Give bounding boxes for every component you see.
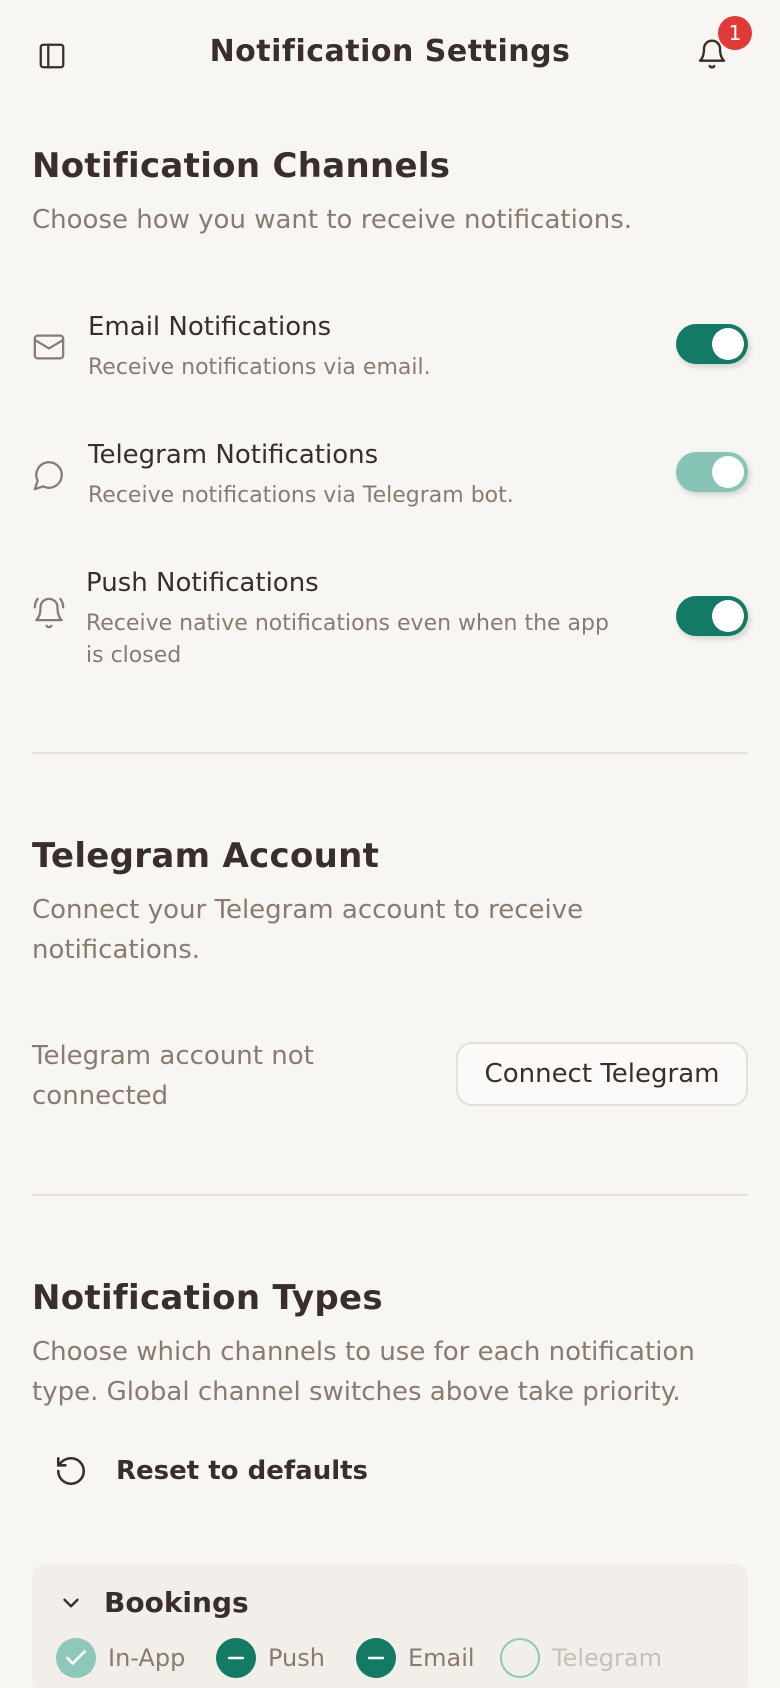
reset-defaults-button[interactable]: Reset to defaults xyxy=(54,1446,368,1496)
channels-section-description: Choose how you want to receive notificat… xyxy=(32,205,633,235)
toggle-knob xyxy=(712,456,744,488)
toggle-knob xyxy=(712,328,744,360)
channel-row-email: Email Notifications Receive notification… xyxy=(32,308,748,388)
bookings-group-title: Bookings xyxy=(104,1586,249,1619)
channel-title-telegram: Telegram Notifications xyxy=(88,440,379,470)
bookings-option-email[interactable]: Email xyxy=(356,1638,475,1678)
channel-title-email: Email Notifications xyxy=(88,312,332,342)
bookings-option-in-app[interactable]: In-App xyxy=(56,1638,185,1678)
telegram-checkbox xyxy=(500,1638,540,1678)
email-checkbox[interactable] xyxy=(356,1638,396,1678)
email-label: Email xyxy=(408,1644,475,1672)
channel-row-push: Push Notifications Receive native notifi… xyxy=(32,564,748,676)
in-app-label: In-App xyxy=(108,1644,186,1672)
chevron-down-icon xyxy=(63,1598,79,1607)
rotate-ccw-icon xyxy=(56,1456,86,1486)
bookings-option-telegram: Telegram xyxy=(500,1638,662,1678)
section-divider xyxy=(32,1194,748,1196)
push-label: Push xyxy=(268,1644,325,1672)
channel-description-telegram: Receive notifications via Telegram bot. xyxy=(88,483,514,508)
toggle-knob xyxy=(712,600,744,632)
telegram-notifications-toggle[interactable] xyxy=(676,452,748,492)
email-notifications-toggle[interactable] xyxy=(676,324,748,364)
minus-icon xyxy=(367,1656,385,1660)
channel-title-push: Push Notifications xyxy=(86,568,319,598)
minus-icon xyxy=(227,1656,245,1660)
notification-count-badge: 1 xyxy=(718,16,752,50)
section-divider xyxy=(32,752,748,754)
telegram-label: Telegram xyxy=(552,1644,662,1672)
reset-defaults-label: Reset to defaults xyxy=(116,1456,369,1486)
notification-type-group-bookings: Bookings In-App Push Email Telegram xyxy=(32,1564,748,1688)
types-section-title: Notification Types xyxy=(32,1278,383,1318)
push-notifications-toggle[interactable] xyxy=(676,596,748,636)
telegram-section-title: Telegram Account xyxy=(32,836,380,876)
connect-telegram-button[interactable]: Connect Telegram xyxy=(456,1042,748,1106)
in-app-checkbox[interactable] xyxy=(56,1638,96,1678)
message-circle-icon xyxy=(33,461,63,491)
bookings-collapse-toggle[interactable]: Bookings xyxy=(58,1586,249,1619)
channels-section-title: Notification Channels xyxy=(32,146,451,186)
channel-description-push: Receive native notifications even when t… xyxy=(86,611,609,668)
bell-ring-icon xyxy=(33,597,65,629)
telegram-connection-status: Telegram account not connected xyxy=(32,1041,314,1111)
page-title: Notification Settings xyxy=(209,34,571,69)
types-section-description: Choose which channels to use for each no… xyxy=(32,1337,695,1407)
bookings-option-push[interactable]: Push xyxy=(216,1638,325,1678)
channel-row-telegram: Telegram Notifications Receive notificat… xyxy=(32,436,748,516)
channel-description-email: Receive notifications via email. xyxy=(88,355,431,380)
push-checkbox[interactable] xyxy=(216,1638,256,1678)
check-icon xyxy=(66,1650,86,1665)
mail-icon xyxy=(33,334,65,360)
telegram-section-description: Connect your Telegram account to receive… xyxy=(32,895,584,965)
